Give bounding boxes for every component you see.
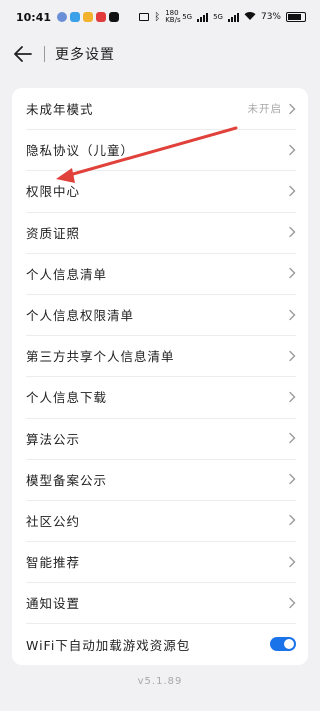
settings-item-community-rules[interactable]: 社区公约 [12,499,308,541]
status-app-icons [57,12,120,22]
chevron-right-icon [289,597,296,609]
settings-item-model-filing[interactable]: 模型备案公示 [12,458,308,500]
settings-item-label: 权限中心 [26,184,81,200]
settings-item-personal-info-permissions[interactable]: 个人信息权限清单 [12,293,308,335]
settings-item-label: 个人信息权限清单 [26,308,135,324]
header-divider [44,46,45,62]
settings-item-personal-info-download[interactable]: 个人信息下载 [12,376,308,417]
settings-item-label: 模型备案公示 [26,472,108,488]
chevron-right-icon [289,144,296,155]
vibrate-icon [139,13,150,21]
chevron-right-icon [289,185,296,197]
tiktok-icon [109,12,120,22]
settings-item-personal-info-list[interactable]: 个人信息清单 [12,252,308,294]
app-notification-icon [96,12,107,22]
settings-item-wifi-auto-download: WiFi下自动加载游戏资源包 [12,623,308,664]
app-notification-icon [57,12,68,22]
settings-item-qualifications[interactable]: 资质证照 [12,211,308,253]
settings-item-permission-center[interactable]: 权限中心 [12,170,308,211]
signal-icon [197,12,209,22]
chevron-right-icon [289,226,296,238]
bluetooth-icon: ᛒ [154,11,161,23]
wifi-icon [244,11,256,24]
chevron-right-icon [289,350,296,361]
settings-list: 未成年模式 未开启 隐私协议（儿童） 权限中心 资质证照 个人信息清单 个人信息… [12,88,308,665]
back-arrow-icon [14,46,32,62]
battery-percent: 73% [260,12,281,22]
chevron-right-icon [289,556,296,567]
chevron-right-icon [289,515,296,526]
settings-item-smart-recommendation[interactable]: 智能推荐 [12,541,308,582]
settings-item-label: 社区公约 [26,513,81,529]
settings-item-value: 未开启 [247,103,282,116]
toggle-knob [284,639,294,650]
settings-item-label: 第三方共享个人信息清单 [26,349,175,365]
settings-item-notifications[interactable]: 通知设置 [12,582,308,623]
chevron-right-icon [289,391,296,403]
chevron-right-icon [289,432,296,444]
wifi-auto-download-toggle[interactable] [270,637,296,652]
signal-icon [227,12,239,22]
app-notification-icon [83,12,94,22]
chevron-right-icon [289,474,296,485]
chevron-right-icon [289,103,296,114]
settings-item-label: 未成年模式 [26,102,94,118]
settings-item-label: 个人信息清单 [26,266,108,282]
header: 更多设置 [0,36,320,72]
settings-item-label: 智能推荐 [26,555,81,571]
status-time: 10:41 [16,10,52,24]
settings-item-label: WiFi下自动加载游戏资源包 [26,637,191,653]
status-indicators: ᛒ 180 KB/s 5G 5G 73% [139,10,306,24]
settings-item-label: 个人信息下载 [26,390,108,406]
settings-item-label: 通知设置 [26,596,81,612]
settings-item-label: 算法公示 [26,431,81,447]
settings-item-third-party-sharing[interactable]: 第三方共享个人信息清单 [12,335,308,376]
settings-item-privacy-children[interactable]: 隐私协议（儿童） [12,129,308,170]
settings-item-label: 资质证照 [26,225,81,241]
battery-icon [286,12,306,22]
status-bar: 10:41 ᛒ 180 KB/s 5G 5G 73% [0,0,320,34]
page-title: 更多设置 [55,47,115,63]
chevron-right-icon [289,268,296,279]
back-button[interactable] [12,43,34,65]
network-5g-label-1: 5G [182,13,193,21]
network-speed: 180 KB/s [165,9,181,24]
settings-item-minor-mode[interactable]: 未成年模式 未开启 [12,88,308,129]
app-version: v5.1.89 [137,676,183,687]
settings-item-label: 隐私协议（儿童） [26,143,135,159]
chevron-right-icon [289,309,296,320]
network-5g-label-2: 5G [213,13,223,21]
app-notification-icon [70,12,81,22]
settings-item-algorithm-disclosure[interactable]: 算法公示 [12,417,308,459]
